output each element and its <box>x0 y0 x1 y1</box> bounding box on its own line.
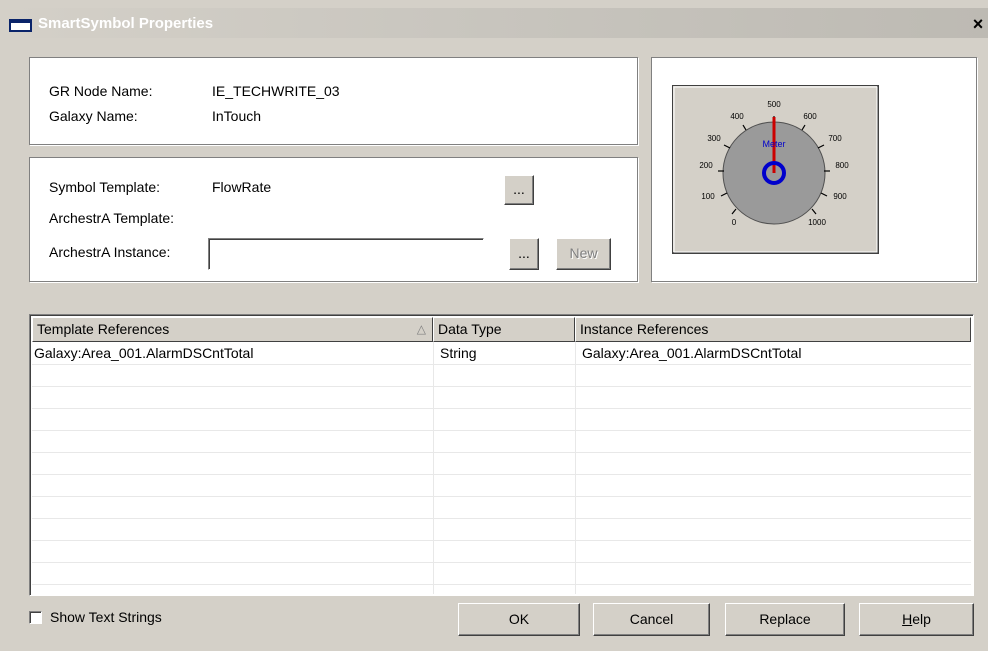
tick-label-100: 100 <box>701 192 715 201</box>
browse-button-label: ... <box>513 181 525 197</box>
empty-row <box>32 365 971 387</box>
empty-row <box>32 563 971 585</box>
symbol-template-browse-button[interactable]: ... <box>504 175 534 205</box>
empty-row <box>32 519 971 541</box>
empty-row <box>32 475 971 497</box>
meter-label: Meter <box>762 139 785 149</box>
show-text-strings-label[interactable]: Show Text Strings <box>50 609 162 625</box>
symbol-template-value: FlowRate <box>212 179 272 195</box>
tick-label-700: 700 <box>828 134 842 143</box>
empty-row <box>32 453 971 475</box>
cancel-button-label: Cancel <box>629 611 674 627</box>
references-list[interactable]: Template References △ Data Type Instance… <box>29 314 974 596</box>
empty-row <box>32 497 971 519</box>
tick-label-900: 900 <box>833 192 847 201</box>
tick-label-400: 400 <box>730 112 744 121</box>
help-mnemonic: H <box>902 611 913 627</box>
sort-ascending-icon: △ <box>416 322 426 336</box>
help-button[interactable]: Help <box>859 603 974 636</box>
replace-button-label: Replace <box>759 611 811 627</box>
new-button-label: New <box>569 245 598 261</box>
empty-row <box>32 541 971 563</box>
empty-row <box>32 387 971 409</box>
symbol-template-label: Symbol Template: <box>49 179 161 195</box>
tick-label-200: 200 <box>699 161 713 170</box>
tick-label-0: 0 <box>732 218 737 227</box>
cancel-button[interactable]: Cancel <box>593 603 710 636</box>
node-info-group: GR Node Name: IE_TECHWRITE_03 Galaxy Nam… <box>29 57 638 145</box>
title-bar: SmartSymbol Properties × <box>0 8 988 38</box>
close-icon[interactable]: × <box>968 15 988 33</box>
archestra-instance-label: ArchestrA Instance: <box>49 244 171 260</box>
replace-button[interactable]: Replace <box>725 603 845 636</box>
template-reference-cell: Galaxy:Area_001.AlarmDSCntTotal <box>34 345 254 361</box>
empty-row <box>32 431 971 453</box>
galaxy-name-label: Galaxy Name: <box>49 108 138 124</box>
tick-label-300: 300 <box>707 134 721 143</box>
galaxy-name-value: InTouch <box>212 108 262 124</box>
browse-button-label: ... <box>518 245 530 261</box>
ok-button[interactable]: OK <box>458 603 580 636</box>
window-icon <box>9 19 32 32</box>
window-title: SmartSymbol Properties <box>38 15 214 32</box>
ok-button-label: OK <box>508 611 530 627</box>
instance-reference-cell: Galaxy:Area_001.AlarmDSCntTotal <box>582 345 802 361</box>
archestra-template-label: ArchestrA Template: <box>49 210 175 226</box>
meter-preview: Meter 0 100 200 300 400 500 600 700 800 … <box>672 85 879 254</box>
new-instance-button[interactable]: New <box>556 238 611 270</box>
symbol-preview-group: Meter 0 100 200 300 400 500 600 700 800 … <box>651 57 977 282</box>
gr-node-name-value: IE_TECHWRITE_03 <box>212 83 340 99</box>
column-header-data-type[interactable]: Data Type <box>433 317 575 342</box>
gr-node-name-label: GR Node Name: <box>49 83 153 99</box>
column-header-label: Template References <box>37 321 170 337</box>
data-type-cell: String <box>440 345 477 361</box>
table-row[interactable]: Galaxy:Area_001.AlarmDSCntTotal String G… <box>32 343 971 365</box>
column-header-label: Data Type <box>438 321 502 337</box>
archestra-instance-input[interactable] <box>208 238 484 270</box>
column-header-label: Instance References <box>580 321 709 337</box>
tick-label-500: 500 <box>767 100 781 109</box>
help-button-label-rest: elp <box>912 611 931 627</box>
help-button-label: Help <box>902 611 931 627</box>
column-header-instance-references[interactable]: Instance References <box>575 317 971 342</box>
archestra-instance-browse-button[interactable]: ... <box>509 238 539 270</box>
tick-label-600: 600 <box>803 112 817 121</box>
tick-label-1000: 1000 <box>808 218 826 227</box>
empty-row <box>32 409 971 431</box>
tick-label-800: 800 <box>835 161 849 170</box>
column-header-template-references[interactable]: Template References △ <box>32 317 433 342</box>
show-text-strings-checkbox[interactable] <box>29 611 42 624</box>
template-group: Symbol Template: FlowRate ... ArchestrA … <box>29 157 638 282</box>
smartsymbol-properties-dialog: SmartSymbol Properties × GR Node Name: I… <box>0 0 988 651</box>
